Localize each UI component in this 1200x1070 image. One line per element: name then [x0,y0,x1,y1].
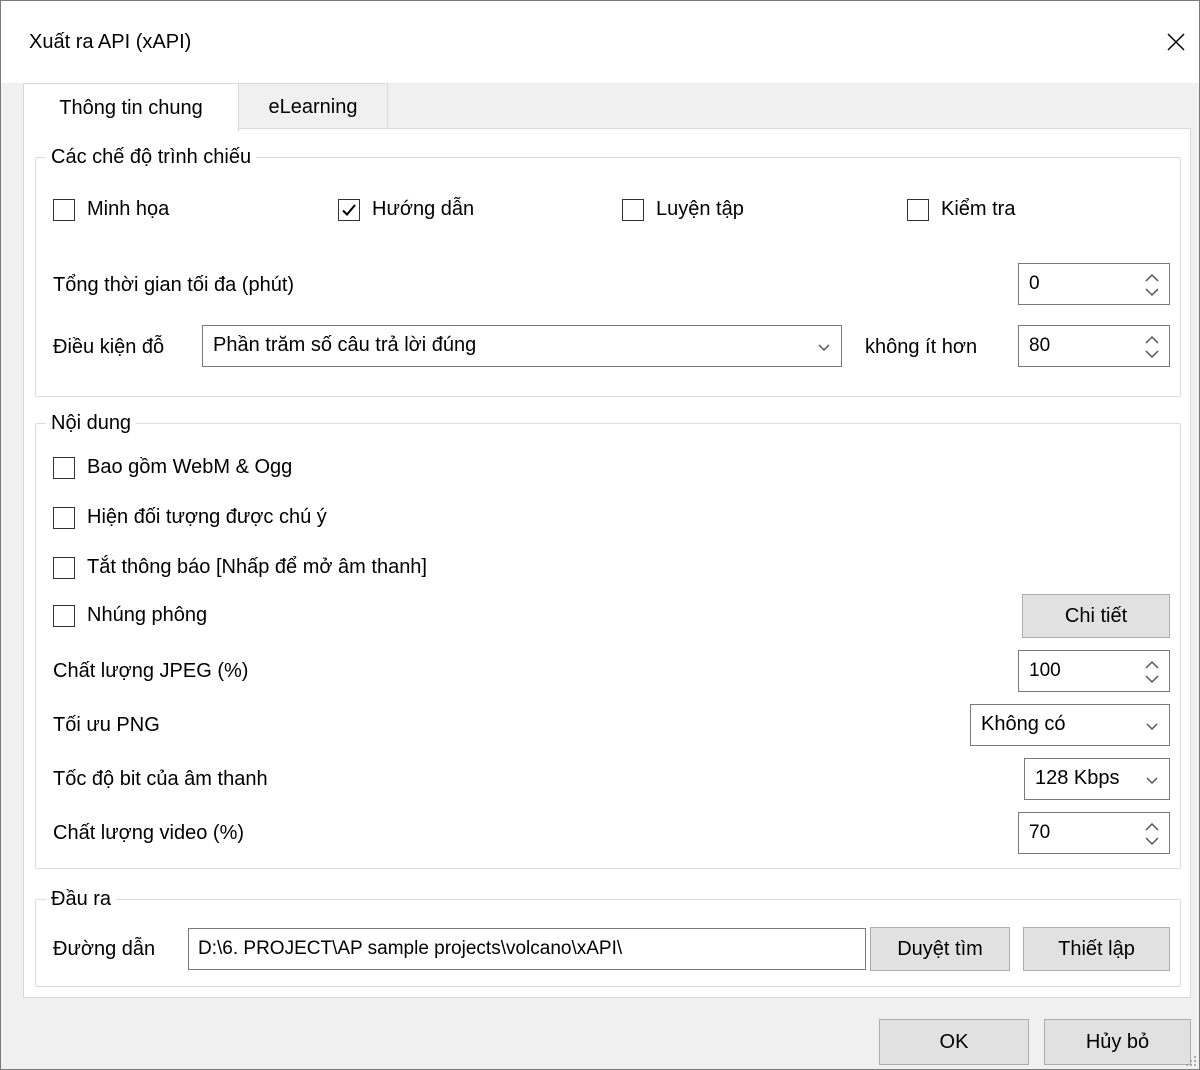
ok-button-label: OK [939,1030,969,1053]
max-time-spinner[interactable]: 0 [1018,263,1170,305]
checkbox-practice-box [622,198,644,221]
audio-bitrate-label: Tốc độ bit của âm thanh [53,768,268,790]
chevron-down-icon [1146,777,1158,785]
settings-button[interactable]: Thiết lập [1023,927,1170,971]
window-title: Xuất ra API (xAPI) [29,31,192,53]
tab-elearning-label: eLearning [268,95,358,118]
jpeg-quality-label: Chất lượng JPEG (%) [53,660,249,682]
pass-condition-label: Điều kiện đỗ [53,336,165,358]
png-optimize-label: Tối ưu PNG [53,714,160,736]
checkbox-webm-ogg-label: Bao gồm WebM & Ogg [87,456,293,478]
content-group-title: Nội dung [46,410,137,436]
output-group-title: Đầu ra [46,886,117,912]
browse-button[interactable]: Duyệt tìm [870,927,1010,971]
details-button-label: Chi tiết [1064,604,1128,627]
details-button[interactable]: Chi tiết [1022,594,1170,638]
checkbox-demo[interactable]: Minh họa [53,198,169,221]
video-quality-label: Chất lượng video (%) [53,822,245,844]
video-quality-spinner[interactable]: 70 [1018,812,1170,854]
checkbox-highlight-box [53,506,75,529]
cancel-button[interactable]: Hủy bỏ [1044,1019,1191,1065]
checkbox-guide[interactable]: Hướng dẫn [338,198,474,221]
content-group: Nội dung Bao gồm WebM & Ogg Hiện đối tượ… [35,410,1181,869]
pass-condition-select[interactable]: Phần trăm số câu trả lời đúng [202,325,842,367]
checkbox-test-label: Kiểm tra [941,198,1016,220]
title-bar: Xuất ra API (xAPI) [1,1,1199,83]
checkbox-practice-label: Luyện tập [656,198,744,220]
checkbox-embed-fonts-label: Nhúng phông [87,604,208,626]
path-label: Đường dẫn [53,938,156,960]
checkbox-guide-box [338,198,360,221]
ok-button[interactable]: OK [879,1019,1029,1065]
checkbox-test[interactable]: Kiểm tra [907,198,1015,221]
modes-group: Các chế độ trình chiếu Minh họa Hướng dẫ… [35,144,1181,397]
jpeg-quality-spinner[interactable]: 100 [1018,650,1170,692]
checkbox-highlight[interactable]: Hiện đối tượng được chú ý [53,506,327,529]
cancel-button-label: Hủy bỏ [1085,1030,1150,1053]
spinner-arrows-icon[interactable] [1141,331,1163,363]
video-quality-value: 70 [1029,822,1051,843]
output-group: Đầu ra Đường dẫn D:\6. PROJECT\AP sample… [35,886,1181,987]
pass-condition-value: Phần trăm số câu trả lời đúng [213,334,477,356]
export-dialog: Xuất ra API (xAPI) Thông tin chung eLear… [0,0,1200,1070]
spinner-arrows-icon[interactable] [1141,269,1163,301]
checkbox-webm-ogg[interactable]: Bao gồm WebM & Ogg [53,456,292,479]
spinner-arrows-icon[interactable] [1141,818,1163,850]
tab-panel-general: Các chế độ trình chiếu Minh họa Hướng dẫ… [23,128,1191,998]
checkbox-mute-notice-box [53,556,75,579]
checkbox-guide-label: Hướng dẫn [372,198,475,220]
settings-button-label: Thiết lập [1058,937,1135,960]
checkbox-demo-label: Minh họa [87,198,170,220]
not-less-spinner[interactable]: 80 [1018,325,1170,367]
checkbox-test-box [907,198,929,221]
checkbox-mute-notice[interactable]: Tắt thông báo [Nhấp để mở âm thanh] [53,556,427,579]
max-time-value: 0 [1029,273,1040,294]
tab-elearning[interactable]: eLearning [238,83,388,130]
modes-group-title: Các chế độ trình chiếu [46,144,257,170]
audio-bitrate-value: 128 Kbps [1035,767,1120,789]
tab-general[interactable]: Thông tin chung [23,83,239,132]
not-less-value: 80 [1029,335,1051,356]
spinner-arrows-icon[interactable] [1141,656,1163,688]
browse-button-label: Duyệt tìm [897,937,983,960]
close-button[interactable] [1153,15,1199,69]
checkbox-demo-box [53,198,75,221]
checkbox-mute-notice-label: Tắt thông báo [Nhấp để mở âm thanh] [87,556,427,578]
jpeg-quality-value: 100 [1029,660,1061,681]
checkbox-embed-fonts[interactable]: Nhúng phông [53,604,207,627]
checkbox-practice[interactable]: Luyện tập [622,198,744,221]
tab-general-label: Thông tin chung [59,96,203,119]
png-optimize-select[interactable]: Không có [970,704,1170,746]
resize-grip-icon[interactable] [1183,1053,1197,1067]
checkbox-highlight-label: Hiện đối tượng được chú ý [87,506,327,528]
max-time-label: Tổng thời gian tối đa (phút) [53,274,295,296]
not-less-label: không ít hơn [865,336,978,358]
audio-bitrate-select[interactable]: 128 Kbps [1024,758,1170,800]
png-optimize-value: Không có [981,713,1066,735]
checkmark-icon [342,203,356,216]
close-icon [1167,33,1185,51]
checkbox-embed-fonts-box [53,604,75,627]
chevron-down-icon [818,344,830,352]
path-input[interactable]: D:\6. PROJECT\AP sample projects\volcano… [188,928,866,970]
checkbox-webm-ogg-box [53,456,75,479]
chevron-down-icon [1146,723,1158,731]
